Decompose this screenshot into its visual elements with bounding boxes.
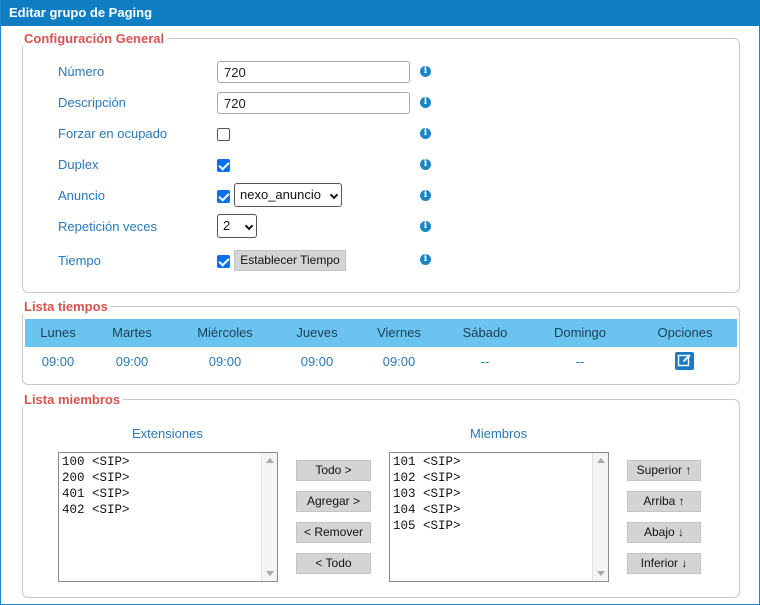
chevron-down-icon <box>329 190 339 200</box>
chevron-down-icon <box>244 221 254 231</box>
cell-sabado: -- <box>480 354 490 369</box>
forzar-ocupado-info-icon[interactable]: i <box>420 128 431 139</box>
duplex-info-icon[interactable]: i <box>420 159 431 170</box>
descripcion-info-icon[interactable]: i <box>420 97 431 108</box>
move-top-button[interactable]: Superior ↑ <box>627 460 701 481</box>
extensiones-scrollbar[interactable] <box>261 453 277 581</box>
anuncio-checkbox[interactable] <box>217 190 230 203</box>
header-viernes: Viernes <box>377 325 421 340</box>
forzar-ocupado-checkbox[interactable] <box>217 128 230 141</box>
anuncio-label: Anuncio <box>58 188 105 203</box>
remove-button[interactable]: < Remover <box>296 522 371 543</box>
header-martes: Martes <box>112 325 152 340</box>
add-button[interactable]: Agregar > <box>296 491 371 512</box>
tiempo-label: Tiempo <box>58 253 101 268</box>
header-miercoles: Miércoles <box>197 325 253 340</box>
anuncio-select-value: nexo_anuncio <box>240 187 321 202</box>
edit-icon[interactable] <box>675 352 694 370</box>
list-item[interactable]: 102 <SIP> <box>390 470 608 486</box>
list-item[interactable]: 401 <SIP> <box>59 486 277 502</box>
general-config-legend: Configuración General <box>24 31 165 46</box>
repeticion-select[interactable]: 2 <box>217 214 257 238</box>
move-bottom-button[interactable]: Inferior ↓ <box>627 553 701 574</box>
cell-viernes: 09:00 <box>382 354 416 369</box>
tiempo-checkbox[interactable] <box>217 255 230 268</box>
header-opciones: Opciones <box>657 325 713 340</box>
miembros-listbox[interactable]: 101 <SIP> 102 <SIP> 103 <SIP> 104 <SIP> … <box>389 452 609 582</box>
numero-info-icon[interactable]: i <box>420 66 431 77</box>
cell-domingo: -- <box>575 354 585 369</box>
add-all-button[interactable]: Todo > <box>296 460 371 481</box>
miembros-label: Miembros <box>470 426 528 441</box>
edit-paging-group-window: Editar grupo de Paging Configuración Gen… <box>0 0 760 605</box>
remove-all-button[interactable]: < Todo <box>296 553 371 574</box>
tiempo-info-icon[interactable]: i <box>420 254 431 265</box>
move-down-button[interactable]: Abajo ↓ <box>627 522 701 543</box>
lista-tiempos-legend: Lista tiempos <box>24 299 108 314</box>
cell-jueves: 09:00 <box>300 354 334 369</box>
extensiones-label: Extensiones <box>132 426 203 441</box>
extensiones-listbox[interactable]: 100 <SIP> 200 <SIP> 401 <SIP> 402 <SIP> <box>58 452 278 582</box>
list-item[interactable]: 402 <SIP> <box>59 502 277 518</box>
descripcion-label: Descripción <box>58 95 126 110</box>
cell-lunes: 09:00 <box>41 354 75 369</box>
window-title: Editar grupo de Paging <box>1 0 760 26</box>
list-item[interactable]: 104 <SIP> <box>390 502 608 518</box>
repeticion-info-icon[interactable]: i <box>420 221 431 232</box>
list-item[interactable]: 103 <SIP> <box>390 486 608 502</box>
list-item[interactable]: 200 <SIP> <box>59 470 277 486</box>
cell-martes: 09:00 <box>115 354 149 369</box>
list-item[interactable]: 105 <SIP> <box>390 518 608 534</box>
scroll-up-arrow-icon[interactable] <box>597 458 605 463</box>
anuncio-select[interactable]: nexo_anuncio <box>234 183 342 207</box>
list-item[interactable]: 100 <SIP> <box>59 454 277 470</box>
duplex-label: Duplex <box>58 157 99 172</box>
numero-label: Número <box>58 64 105 79</box>
lista-miembros-legend: Lista miembros <box>24 392 121 407</box>
repeticion-label: Repetición veces <box>58 219 157 234</box>
cell-miercoles: 09:00 <box>208 354 242 369</box>
establecer-tiempo-button[interactable]: Establecer Tiempo <box>234 250 346 271</box>
header-jueves: Jueves <box>296 325 338 340</box>
move-up-button[interactable]: Arriba ↑ <box>627 491 701 512</box>
anuncio-info-icon[interactable]: i <box>420 190 431 201</box>
list-item[interactable]: 101 <SIP> <box>390 454 608 470</box>
miembros-scrollbar[interactable] <box>592 453 608 581</box>
header-domingo: Domingo <box>553 325 607 340</box>
scroll-down-arrow-icon[interactable] <box>597 571 605 576</box>
duplex-checkbox[interactable] <box>217 159 230 172</box>
scroll-down-arrow-icon[interactable] <box>266 571 274 576</box>
forzar-ocupado-label: Forzar en ocupado <box>58 126 168 141</box>
numero-input[interactable] <box>217 61 410 83</box>
scroll-up-arrow-icon[interactable] <box>266 458 274 463</box>
tiempos-table-header: Lunes Martes Miércoles Jueves Viernes Sá… <box>25 319 737 347</box>
header-sabado: Sábado <box>462 325 508 340</box>
repeticion-select-value: 2 <box>223 218 231 233</box>
descripcion-input[interactable] <box>217 92 410 114</box>
header-lunes: Lunes <box>40 325 76 340</box>
